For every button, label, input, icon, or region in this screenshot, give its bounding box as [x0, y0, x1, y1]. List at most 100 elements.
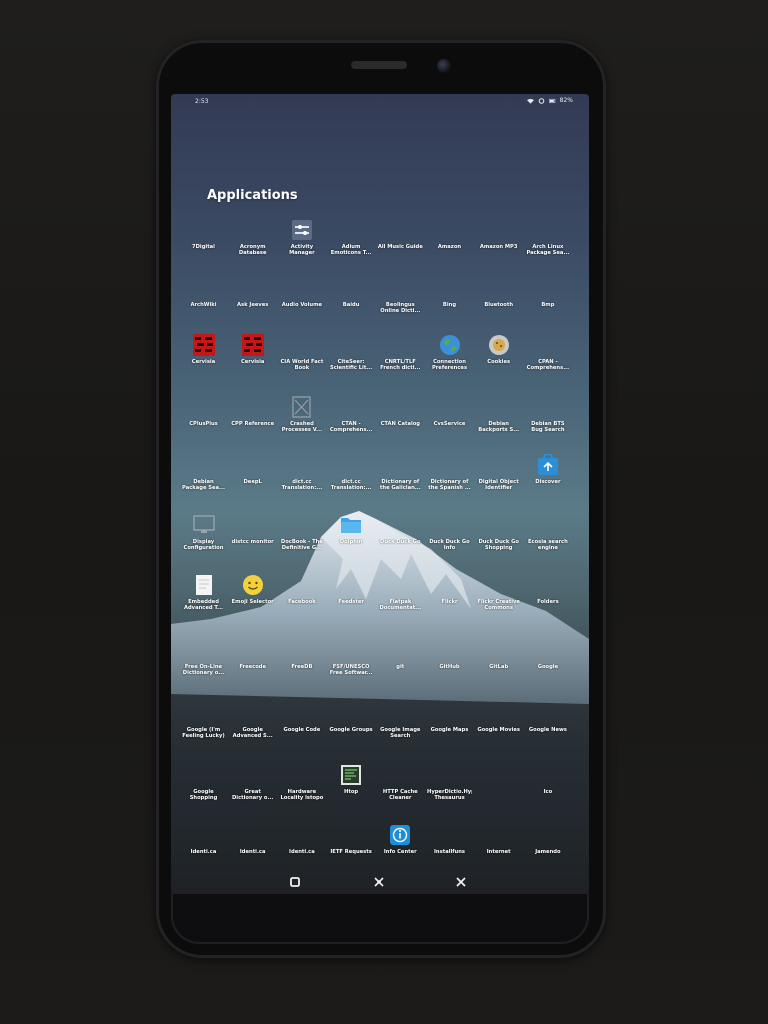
app-item[interactable]: Google: [525, 639, 570, 670]
app-item[interactable]: Amazon: [427, 219, 472, 250]
app-item[interactable]: FreeDB: [279, 639, 324, 670]
app-item[interactable]: Folders: [525, 574, 570, 605]
app-item[interactable]: Dictionary of the Spanish ...: [427, 454, 472, 491]
app-item[interactable]: HTTP Cache Cleaner: [378, 764, 423, 801]
app-item[interactable]: CPP Reference: [230, 396, 275, 427]
app-item[interactable]: 7Digital: [181, 219, 226, 250]
app-item[interactable]: CTAN - Comprehens...: [329, 396, 374, 433]
app-item[interactable]: Internet: [476, 824, 521, 855]
app-item[interactable]: Audio Volume: [279, 277, 324, 308]
app-item[interactable]: Ecosia search engine: [525, 514, 570, 551]
app-item[interactable]: CiteSeer: Scientific Lit...: [329, 334, 374, 371]
app-item[interactable]: FSF/UNESCO Free Softwar...: [329, 639, 374, 676]
app-item[interactable]: Debian Package Sea...: [181, 454, 226, 491]
app-item[interactable]: Flickr Creative Commons: [476, 574, 521, 611]
app-item[interactable]: Dictionary of the Galician...: [378, 454, 423, 491]
app-item[interactable]: Bing: [427, 277, 472, 308]
app-item[interactable]: Duck Duck Go Shopping: [476, 514, 521, 551]
app-icon: [439, 396, 461, 418]
app-item[interactable]: Digital Object Identifier: [476, 454, 521, 491]
app-item[interactable]: Google Advanced S...: [230, 702, 275, 739]
app-item[interactable]: All Music Guide: [378, 219, 423, 250]
app-item[interactable]: Connection Preferences: [427, 334, 472, 371]
app-item[interactable]: CTAN Catalog: [378, 396, 423, 427]
app-item[interactable]: Great Dictionary o...: [230, 764, 275, 801]
app-item[interactable]: Google (I'm Feeling Lucky): [181, 702, 226, 739]
app-item[interactable]: Identi.ca: [230, 824, 275, 855]
app-item[interactable]: CvsService: [427, 396, 472, 427]
app-item[interactable]: Debian Backports S...: [476, 396, 521, 433]
app-label: Dictionary of the Spanish ...: [428, 479, 471, 492]
app-item[interactable]: Installfuns: [427, 824, 472, 855]
app-item[interactable]: Google Maps: [427, 702, 472, 733]
app-item[interactable]: Flickr: [427, 574, 472, 605]
app-item[interactable]: Bmp: [525, 277, 570, 308]
app-item[interactable]: dict.cc Translation:...: [329, 454, 374, 491]
app-item[interactable]: CPAN - Comprehens...: [525, 334, 570, 371]
app-label: Amazon: [437, 244, 462, 250]
app-item[interactable]: Google Shopping: [181, 764, 226, 801]
app-item[interactable]: CNRTL/TLF French dicti...: [378, 334, 423, 371]
app-item[interactable]: Bluetooth: [476, 277, 521, 308]
app-item[interactable]: Crashed Processes V...: [279, 396, 324, 433]
app-item[interactable]: Freecode: [230, 639, 275, 670]
app-item[interactable]: Display Configuration: [181, 514, 226, 551]
app-item[interactable]: GitHub: [427, 639, 472, 670]
app-item[interactable]: DeepL: [230, 454, 275, 485]
app-item[interactable]: Jamendo: [525, 824, 570, 855]
app-item[interactable]: GitLab: [476, 639, 521, 670]
home-icon[interactable]: [288, 875, 302, 889]
app-item[interactable]: Google Image Search: [378, 702, 423, 739]
app-item[interactable]: CPlusPlus: [181, 396, 226, 427]
app-item[interactable]: CIA World Fact Book: [279, 334, 324, 371]
app-item[interactable]: Dolphin: [329, 514, 374, 545]
app-item[interactable]: Amazon MP3: [476, 219, 521, 250]
app-item[interactable]: DocBook - The Definitive G...: [279, 514, 324, 551]
app-label: Debian BTS Bug Search: [531, 421, 565, 434]
app-item[interactable]: Cookies: [476, 334, 521, 365]
app-item[interactable]: Embedded Advanced T...: [181, 574, 226, 611]
app-item[interactable]: git: [378, 639, 423, 670]
app-item[interactable]: ArchWiki: [181, 277, 226, 308]
app-item[interactable]: Facebook: [279, 574, 324, 605]
app-item[interactable]: Google Code: [279, 702, 324, 733]
app-item[interactable]: Identi.ca: [181, 824, 226, 855]
app-item[interactable]: Info Center: [378, 824, 423, 855]
app-item[interactable]: Google Movies: [476, 702, 521, 733]
app-item[interactable]: Google News: [525, 702, 570, 733]
app-item[interactable]: IETF Requests: [329, 824, 374, 855]
app-item[interactable]: Htop: [329, 764, 374, 795]
app-icon: [242, 219, 264, 241]
app-item[interactable]: Debian BTS Bug Search: [525, 396, 570, 433]
app-icon: [389, 574, 411, 596]
app-item[interactable]: Duck Duck Go: [378, 514, 423, 545]
app-item[interactable]: Hardware Locality lstopo: [279, 764, 324, 801]
app-item[interactable]: dict.cc Translation:...: [279, 454, 324, 491]
app-item[interactable]: Free On-Line Dictionary o...: [181, 639, 226, 676]
app-item[interactable]: Ask Jeeves: [230, 277, 275, 308]
app-item[interactable]: distcc monitor: [230, 514, 275, 545]
app-icon: [242, 277, 264, 299]
app-item[interactable]: Baidu: [329, 277, 374, 308]
app-label: Cervisia: [240, 359, 265, 365]
app-item[interactable]: Acronym Database: [230, 219, 275, 256]
app-item[interactable]: Google Groups: [329, 702, 374, 733]
app-item[interactable]: Ico: [525, 764, 570, 795]
kde-icon[interactable]: [372, 875, 386, 889]
close-icon[interactable]: [454, 875, 468, 889]
app-item[interactable]: Discover: [525, 452, 570, 485]
app-item[interactable]: Cervisia: [181, 334, 226, 365]
app-item[interactable]: Duck Duck Go Info: [427, 514, 472, 551]
app-item[interactable]: Feedster: [329, 574, 374, 605]
app-item[interactable]: Identi.ca: [279, 824, 324, 855]
app-item[interactable]: Cervisia: [230, 334, 275, 365]
app-item[interactable]: Beolingus Online Dicti...: [378, 277, 423, 314]
app-item[interactable]: Arch Linux Package Sea...: [525, 219, 570, 256]
app-item[interactable]: Flatpak Documentat...: [378, 574, 423, 611]
app-item[interactable]: HyperDictio.HyperDictionary.com Thesauru…: [427, 764, 472, 801]
app-item[interactable]: Activity Manager: [279, 219, 324, 256]
app-item[interactable]: [476, 764, 521, 789]
app-item[interactable]: Adium Emoticons T...: [329, 219, 374, 256]
app-item[interactable]: Emoji Selector: [230, 574, 275, 605]
app-icon: [537, 514, 559, 536]
